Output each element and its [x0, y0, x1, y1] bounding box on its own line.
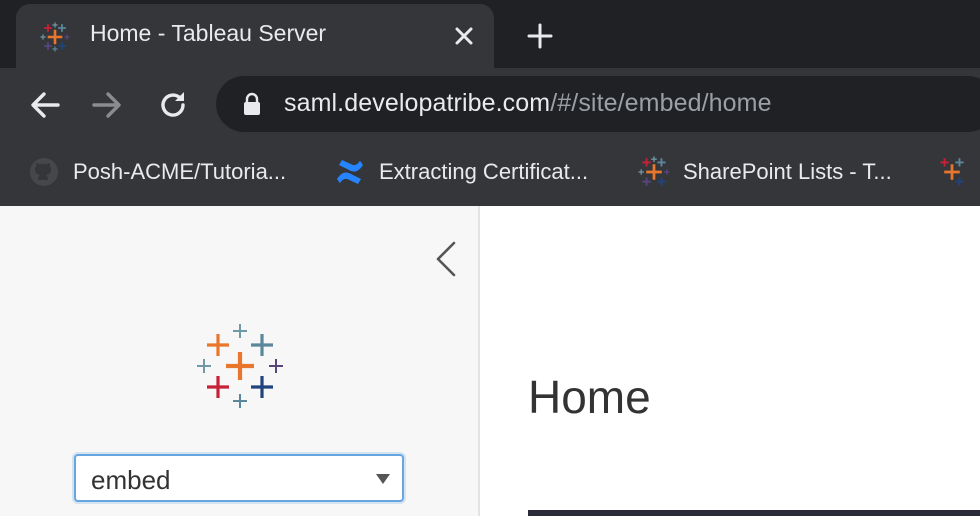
url-text[interactable]: saml.developatribe.com/#/site/embed/home [284, 89, 772, 118]
content-banner [528, 510, 980, 516]
lock-icon[interactable] [242, 92, 262, 116]
bookmark-sharepoint-lists[interactable]: SharePoint Lists - T... [638, 152, 892, 192]
bookmark-label: Extracting Certificat... [379, 159, 589, 184]
main-panel: Home [482, 206, 980, 516]
browser-tab-strip: Home - Tableau Server [0, 0, 980, 68]
tableau-icon [940, 158, 964, 186]
browser-tab[interactable]: Home - Tableau Server [16, 4, 494, 68]
arrow-left-icon[interactable] [28, 88, 62, 122]
chevron-left-icon[interactable] [432, 238, 460, 280]
url-host: saml.developatribe.com [284, 89, 551, 117]
plus-icon[interactable] [524, 20, 556, 52]
bookmark-label: SharePoint Lists - T... [683, 159, 892, 184]
tableau-icon [40, 22, 70, 52]
sidebar: embed [0, 206, 480, 516]
bookmark-posh-acme[interactable]: Posh-ACME/Tutoria... [28, 152, 286, 192]
close-icon[interactable] [450, 22, 478, 50]
bookmark-label: Posh-ACME/Tutoria... [73, 159, 287, 184]
bookmarks-bar: Posh-ACME/Tutoria... Extracting Certific… [0, 140, 980, 206]
url-path: /#/site/embed/home [550, 89, 772, 117]
confluence-icon [337, 160, 363, 184]
tableau-logo [197, 324, 283, 408]
bookmark-tableau[interactable] [936, 152, 968, 192]
page-content: embed Home [0, 206, 980, 516]
site-select[interactable]: embed [74, 454, 404, 502]
site-select-value: embed [91, 465, 171, 495]
tableau-icon [638, 156, 670, 186]
tab-title: Home - Tableau Server [90, 20, 327, 46]
address-bar[interactable]: saml.developatribe.com/#/site/embed/home [216, 76, 980, 132]
bookmark-extracting-certificate[interactable]: Extracting Certificat... [334, 152, 588, 192]
caret-down-icon[interactable] [376, 474, 390, 484]
reload-icon[interactable] [156, 88, 190, 122]
browser-toolbar: saml.developatribe.com/#/site/embed/home [0, 68, 980, 140]
github-icon [30, 158, 58, 186]
arrow-right-icon[interactable] [90, 88, 124, 122]
page-title: Home [528, 371, 651, 423]
